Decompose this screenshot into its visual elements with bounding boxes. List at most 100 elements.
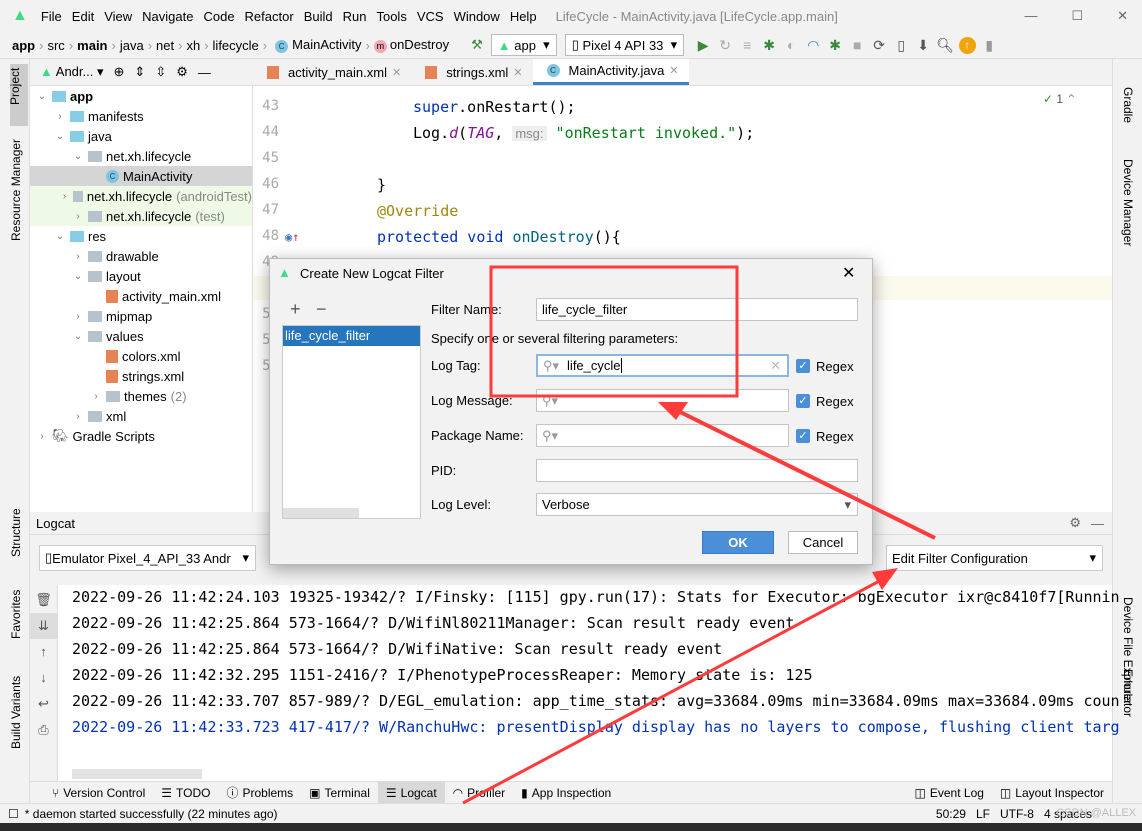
tool-tab-layout-inspector[interactable]: ◫ Layout Inspector	[992, 782, 1112, 804]
rerun-icon[interactable]: ↻	[714, 37, 736, 54]
locate-icon[interactable]: ⊕	[114, 64, 125, 80]
breadcrumb-item[interactable]: app	[8, 38, 39, 53]
tree-item[interactable]: › 🐘︎ Gradle Scripts	[30, 426, 252, 446]
stop-icon[interactable]: ■	[846, 37, 868, 53]
log-line[interactable]: 2022-09-26 11:42:25.864 573-1664/? D/Wif…	[72, 614, 794, 632]
close-tab-icon[interactable]: ✕	[669, 64, 678, 77]
chevron-right-icon[interactable]: ›	[72, 251, 84, 262]
tree-item[interactable]: ⌄ layout	[30, 266, 252, 286]
clear-log-icon[interactable]: 🗑︎	[30, 587, 57, 613]
menu-window[interactable]: Window	[449, 9, 505, 24]
tool-tab-app-inspection[interactable]: ▮ App Inspection	[513, 782, 619, 804]
breadcrumb-item[interactable]: xh	[182, 38, 204, 53]
breadcrumb-item[interactable]: src	[43, 38, 68, 53]
inspection-widget[interactable]: ✓ 1 ⌃	[1043, 92, 1076, 106]
package-name-input[interactable]: ⚲▾	[536, 424, 789, 447]
tool-tab-version-control[interactable]: ⑂ Version Control	[44, 782, 153, 804]
run-icon[interactable]: ▶	[692, 37, 714, 54]
tree-item[interactable]: › drawable	[30, 246, 252, 266]
tree-item[interactable]: C MainActivity	[30, 166, 252, 186]
tree-item[interactable]: › manifests	[30, 106, 252, 126]
tree-item[interactable]: strings.xml	[30, 366, 252, 386]
log-line[interactable]: 2022-09-26 11:42:33.707 857-989/? D/EGL_…	[72, 692, 1120, 710]
run-config-select[interactable]: ▲ app ▾	[490, 34, 557, 56]
log-tag-regex-checkbox[interactable]: ✓	[796, 359, 810, 373]
tree-item[interactable]: › mipmap	[30, 306, 252, 326]
log-line[interactable]: 2022-09-26 11:42:32.295 1151-2416/? I/Ph…	[72, 666, 813, 684]
caret-position[interactable]: 50:29	[936, 807, 966, 821]
menu-help[interactable]: Help	[505, 9, 542, 24]
attach-debugger-icon[interactable]: ◐	[780, 37, 802, 53]
down-icon[interactable]: ↓	[30, 665, 57, 691]
minimize-button[interactable]: —	[1024, 8, 1037, 24]
remove-filter-button[interactable]: −	[316, 299, 327, 320]
tool-project[interactable]: Project	[8, 68, 22, 105]
attach-icon[interactable]: ✱	[824, 37, 846, 54]
sdk-manager-icon[interactable]: ⬇	[912, 37, 934, 54]
add-filter-button[interactable]: +	[290, 299, 301, 320]
sync-gradle-icon[interactable]: ⟳	[868, 37, 890, 54]
profile-icon[interactable]: ◠	[802, 37, 824, 54]
menu-run[interactable]: Run	[338, 9, 372, 24]
filter-list-item[interactable]: life_cycle_filter	[283, 326, 420, 346]
menu-refactor[interactable]: Refactor	[240, 9, 299, 24]
breadcrumb-item[interactable]: lifecycle	[209, 38, 263, 53]
tab-activity_main-xml[interactable]: activity_main.xml ✕	[253, 59, 411, 85]
maximize-button[interactable]: ☐	[1071, 8, 1083, 24]
tree-item[interactable]: › themes (2)	[30, 386, 252, 406]
tool-structure[interactable]: Structure	[9, 508, 23, 557]
status-message[interactable]: * daemon started successfully (22 minute…	[25, 807, 278, 821]
chevron-right-icon[interactable]: ›	[72, 211, 84, 222]
soft-wrap-icon[interactable]: ↩	[30, 691, 57, 717]
menu-view[interactable]: View	[99, 9, 137, 24]
horizontal-scrollbar[interactable]	[72, 769, 202, 779]
hide-icon[interactable]: —	[198, 65, 211, 80]
gear-icon[interactable]: ⚙	[1069, 515, 1081, 531]
tool-emulator[interactable]: Emulator	[1121, 669, 1135, 717]
breadcrumb-item[interactable]: C MainActivity	[267, 37, 365, 53]
device-select[interactable]: ▯ Emulator Pixel_4_API_33 Andr ▾	[39, 545, 256, 571]
tool-tab-event-log[interactable]: ◫ Event Log	[907, 782, 992, 804]
device-manager-icon[interactable]: ▯	[890, 37, 912, 54]
device-select[interactable]: ▯ Pixel 4 API 33 ▾	[564, 34, 685, 56]
tree-item[interactable]: › net.xh.lifecycle (androidTest)	[30, 186, 252, 206]
chevron-right-icon[interactable]: ›	[72, 311, 84, 322]
tree-item[interactable]: ⌄ values	[30, 326, 252, 346]
log-line[interactable]: 2022-09-26 11:42:24.103 19325-19342/? I/…	[72, 588, 1120, 606]
log-message-input[interactable]: ⚲▾	[536, 389, 789, 412]
expand-all-icon[interactable]: ⇕	[134, 64, 145, 80]
scroll-to-end-icon[interactable]: ⇊	[30, 613, 57, 639]
log-level-select[interactable]: Verbose ▾	[536, 493, 858, 516]
filter-name-input[interactable]: life_cycle_filter	[536, 298, 858, 321]
gear-icon[interactable]: ⚙	[176, 64, 188, 80]
breadcrumb-item[interactable]: main	[73, 38, 111, 53]
chevron-down-icon[interactable]: ⌄	[36, 91, 48, 102]
tree-item[interactable]: ⌄ res	[30, 226, 252, 246]
close-dialog-button[interactable]: ✕	[842, 263, 855, 283]
tool-resource-manager[interactable]: Resource Manager	[9, 139, 23, 241]
breadcrumb-item[interactable]: m onDestroy	[370, 37, 453, 53]
menu-tools[interactable]: Tools	[371, 9, 411, 24]
file-encoding[interactable]: UTF-8	[1000, 807, 1034, 821]
package-regex-checkbox[interactable]: ✓	[796, 429, 810, 443]
tool-tab-terminal[interactable]: ▣ Terminal	[301, 782, 378, 804]
chevron-down-icon[interactable]: ⌄	[54, 131, 66, 142]
menu-build[interactable]: Build	[299, 9, 338, 24]
account-icon[interactable]: ▮	[978, 37, 1000, 54]
tab-strings-xml[interactable]: strings.xml ✕	[411, 59, 532, 85]
chevron-down-icon[interactable]: ⌄	[72, 151, 84, 162]
collapse-all-icon[interactable]: ⇳	[155, 64, 166, 80]
pid-input[interactable]	[536, 459, 858, 482]
close-tab-icon[interactable]: ✕	[392, 66, 401, 79]
breadcrumb-item[interactable]: java	[116, 38, 148, 53]
hide-icon[interactable]: —	[1091, 516, 1104, 531]
log-tag-input[interactable]: ⚲▾ life_cycle ✕	[536, 354, 789, 377]
filter-config-select[interactable]: Edit Filter Configuration ▾	[886, 545, 1103, 571]
tool-tab-profiler[interactable]: ◠ Profiler	[445, 782, 514, 804]
tool-tab-problems[interactable]: ⓘ Problems	[218, 782, 301, 804]
menu-edit[interactable]: Edit	[67, 9, 99, 24]
close-window-button[interactable]: ✕	[1117, 8, 1128, 24]
tree-item[interactable]: › net.xh.lifecycle (test)	[30, 206, 252, 226]
up-icon[interactable]: ↑	[30, 639, 57, 665]
log-line[interactable]: 2022-09-26 11:42:33.723 417-417/? W/Ranc…	[72, 718, 1120, 736]
